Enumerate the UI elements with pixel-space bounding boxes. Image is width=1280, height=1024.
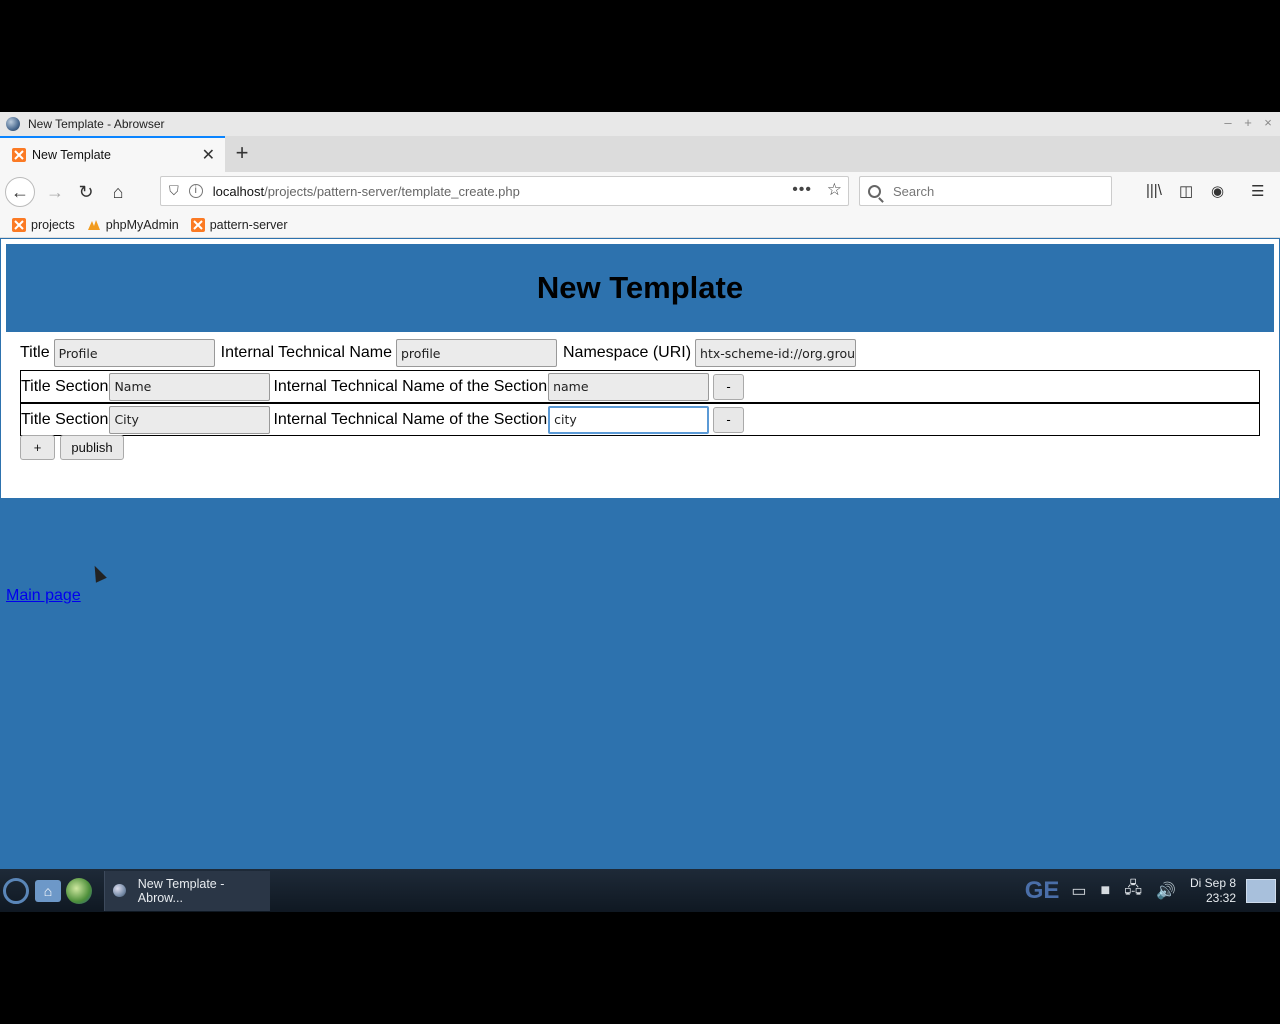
- browser-window: New Template - Abrowser – + × New Templa…: [0, 112, 1280, 912]
- web-browser-icon[interactable]: [66, 877, 92, 904]
- minimize-icon[interactable]: –: [1222, 116, 1234, 130]
- shield-icon[interactable]: ⛉: [169, 183, 179, 199]
- battery-icon[interactable]: ▭: [1071, 881, 1086, 901]
- remove-section-button[interactable]: -: [713, 373, 745, 400]
- bookmark-label: pattern-server: [209, 217, 288, 232]
- clock[interactable]: Di Sep 8 23:32: [1190, 876, 1236, 906]
- search-input[interactable]: Search: [859, 176, 1112, 206]
- show-desktop-icon[interactable]: [1246, 878, 1276, 903]
- window-title: New Template - Abrowser: [28, 117, 165, 131]
- abrowser-icon: [6, 117, 20, 131]
- search-icon: [868, 184, 881, 198]
- home-button[interactable]: ⌂: [103, 177, 133, 207]
- menu-icon[interactable]: ☰: [1251, 182, 1264, 200]
- clock-date: Di Sep 8: [1189, 875, 1236, 890]
- back-button[interactable]: ←: [5, 177, 35, 207]
- close-window-icon[interactable]: ×: [1262, 116, 1274, 130]
- close-tab-icon[interactable]: ✕: [202, 145, 215, 165]
- page-title: New Template: [536, 270, 744, 305]
- maximize-icon[interactable]: +: [1242, 116, 1254, 130]
- bookmark-phpmyadmin[interactable]: phpMyAdmin: [87, 218, 179, 232]
- phpmyadmin-icon: [87, 219, 100, 230]
- account-icon[interactable]: ◉: [1211, 182, 1224, 200]
- nav-bar: ← → ↻ ⌂ ⛉ i localhost/projects/pattern-s…: [0, 172, 1280, 212]
- title-label: Title: [20, 344, 50, 361]
- main-page-link[interactable]: Main page: [6, 587, 81, 605]
- bookmark-projects[interactable]: projects: [12, 217, 75, 232]
- sidebar-icon[interactable]: ◫: [1179, 182, 1193, 200]
- technical-name-input[interactable]: profile: [396, 339, 557, 367]
- taskbar-window-button[interactable]: New Template - Abrow...: [104, 870, 270, 911]
- forward-button[interactable]: →: [40, 177, 70, 207]
- publish-button[interactable]: publish: [60, 435, 124, 460]
- section-technical-name-label: Internal Technical Name of the Section: [273, 410, 548, 428]
- network-icon[interactable]: 🖧: [1124, 877, 1142, 904]
- tab-label: New Template: [32, 148, 111, 162]
- section-title-label: Title Section: [21, 377, 109, 395]
- taskbar: ⌂ New Template - Abrow... GE ▭ ■ 🖧 🔊 Di …: [0, 869, 1280, 912]
- bookmark-star-icon[interactable]: ☆: [827, 180, 842, 200]
- technical-name-label: Internal Technical Name: [220, 344, 392, 361]
- section-technical-name-input[interactable]: name: [548, 372, 710, 401]
- section-title-label: Title Section: [21, 410, 109, 428]
- url-text: localhost/projects/pattern-server/templa…: [212, 183, 520, 199]
- section-row: Title Section Name Internal Technical Na…: [20, 370, 1260, 403]
- info-icon[interactable]: i: [188, 184, 203, 198]
- namespace-label: Namespace (URI): [563, 344, 692, 361]
- window-controls: – + ×: [1222, 116, 1274, 130]
- bookmark-pattern-server[interactable]: pattern-server: [190, 217, 288, 232]
- notes-icon[interactable]: ■: [1101, 882, 1111, 900]
- taskbar-window-label: New Template - Abrow...: [137, 876, 225, 905]
- title-bar: New Template - Abrowser – + ×: [0, 112, 1280, 136]
- page-content: New Template Title Profile Internal Tech…: [1, 239, 1279, 868]
- bookmark-label: projects: [31, 217, 75, 232]
- section-title-input[interactable]: City: [109, 405, 271, 434]
- namespace-input[interactable]: htx-scheme-id://org.groupwa: [695, 339, 857, 367]
- keyboard-layout-indicator[interactable]: GE: [1025, 877, 1060, 905]
- add-section-button[interactable]: +: [20, 435, 55, 460]
- abrowser-icon: [113, 884, 126, 897]
- clock-time: 23:32: [1205, 890, 1236, 905]
- home-folder-icon[interactable]: ⌂: [35, 879, 61, 902]
- url-bar[interactable]: ⛉ i localhost/projects/pattern-server/te…: [160, 176, 849, 206]
- section-row: Title Section City Internal Technical Na…: [20, 403, 1260, 436]
- search-placeholder: Search: [893, 183, 935, 199]
- template-fields-row: Title Profile Internal Technical Name pr…: [20, 338, 862, 368]
- section-title-input[interactable]: Name: [109, 372, 271, 401]
- page-actions-icon[interactable]: •••: [792, 181, 812, 199]
- library-icon[interactable]: |||\: [1146, 182, 1162, 199]
- remove-section-button[interactable]: -: [713, 406, 745, 433]
- page-header: New Template: [6, 244, 1274, 332]
- tab-strip: New Template ✕ +: [0, 136, 1280, 172]
- xampp-icon: [12, 148, 26, 162]
- new-tab-icon[interactable]: +: [232, 140, 252, 166]
- start-menu-icon[interactable]: [3, 877, 29, 904]
- xampp-icon: [190, 217, 205, 232]
- reload-button[interactable]: ↻: [71, 177, 101, 207]
- tab-new-template[interactable]: New Template ✕: [0, 136, 225, 172]
- volume-icon[interactable]: 🔊: [1156, 881, 1176, 901]
- section-technical-name-input[interactable]: city: [548, 405, 710, 434]
- bookmark-label: phpMyAdmin: [105, 217, 179, 232]
- section-technical-name-label: Internal Technical Name of the Section: [273, 377, 548, 395]
- xampp-icon: [12, 217, 26, 232]
- system-tray: GE ▭ ■ 🖧 🔊 Di Sep 8 23:32: [1025, 869, 1280, 912]
- title-input[interactable]: Profile: [53, 339, 215, 367]
- bookmarks-bar: projects phpMyAdmin pattern-server: [0, 212, 1280, 238]
- mouse-cursor-icon: [89, 563, 107, 583]
